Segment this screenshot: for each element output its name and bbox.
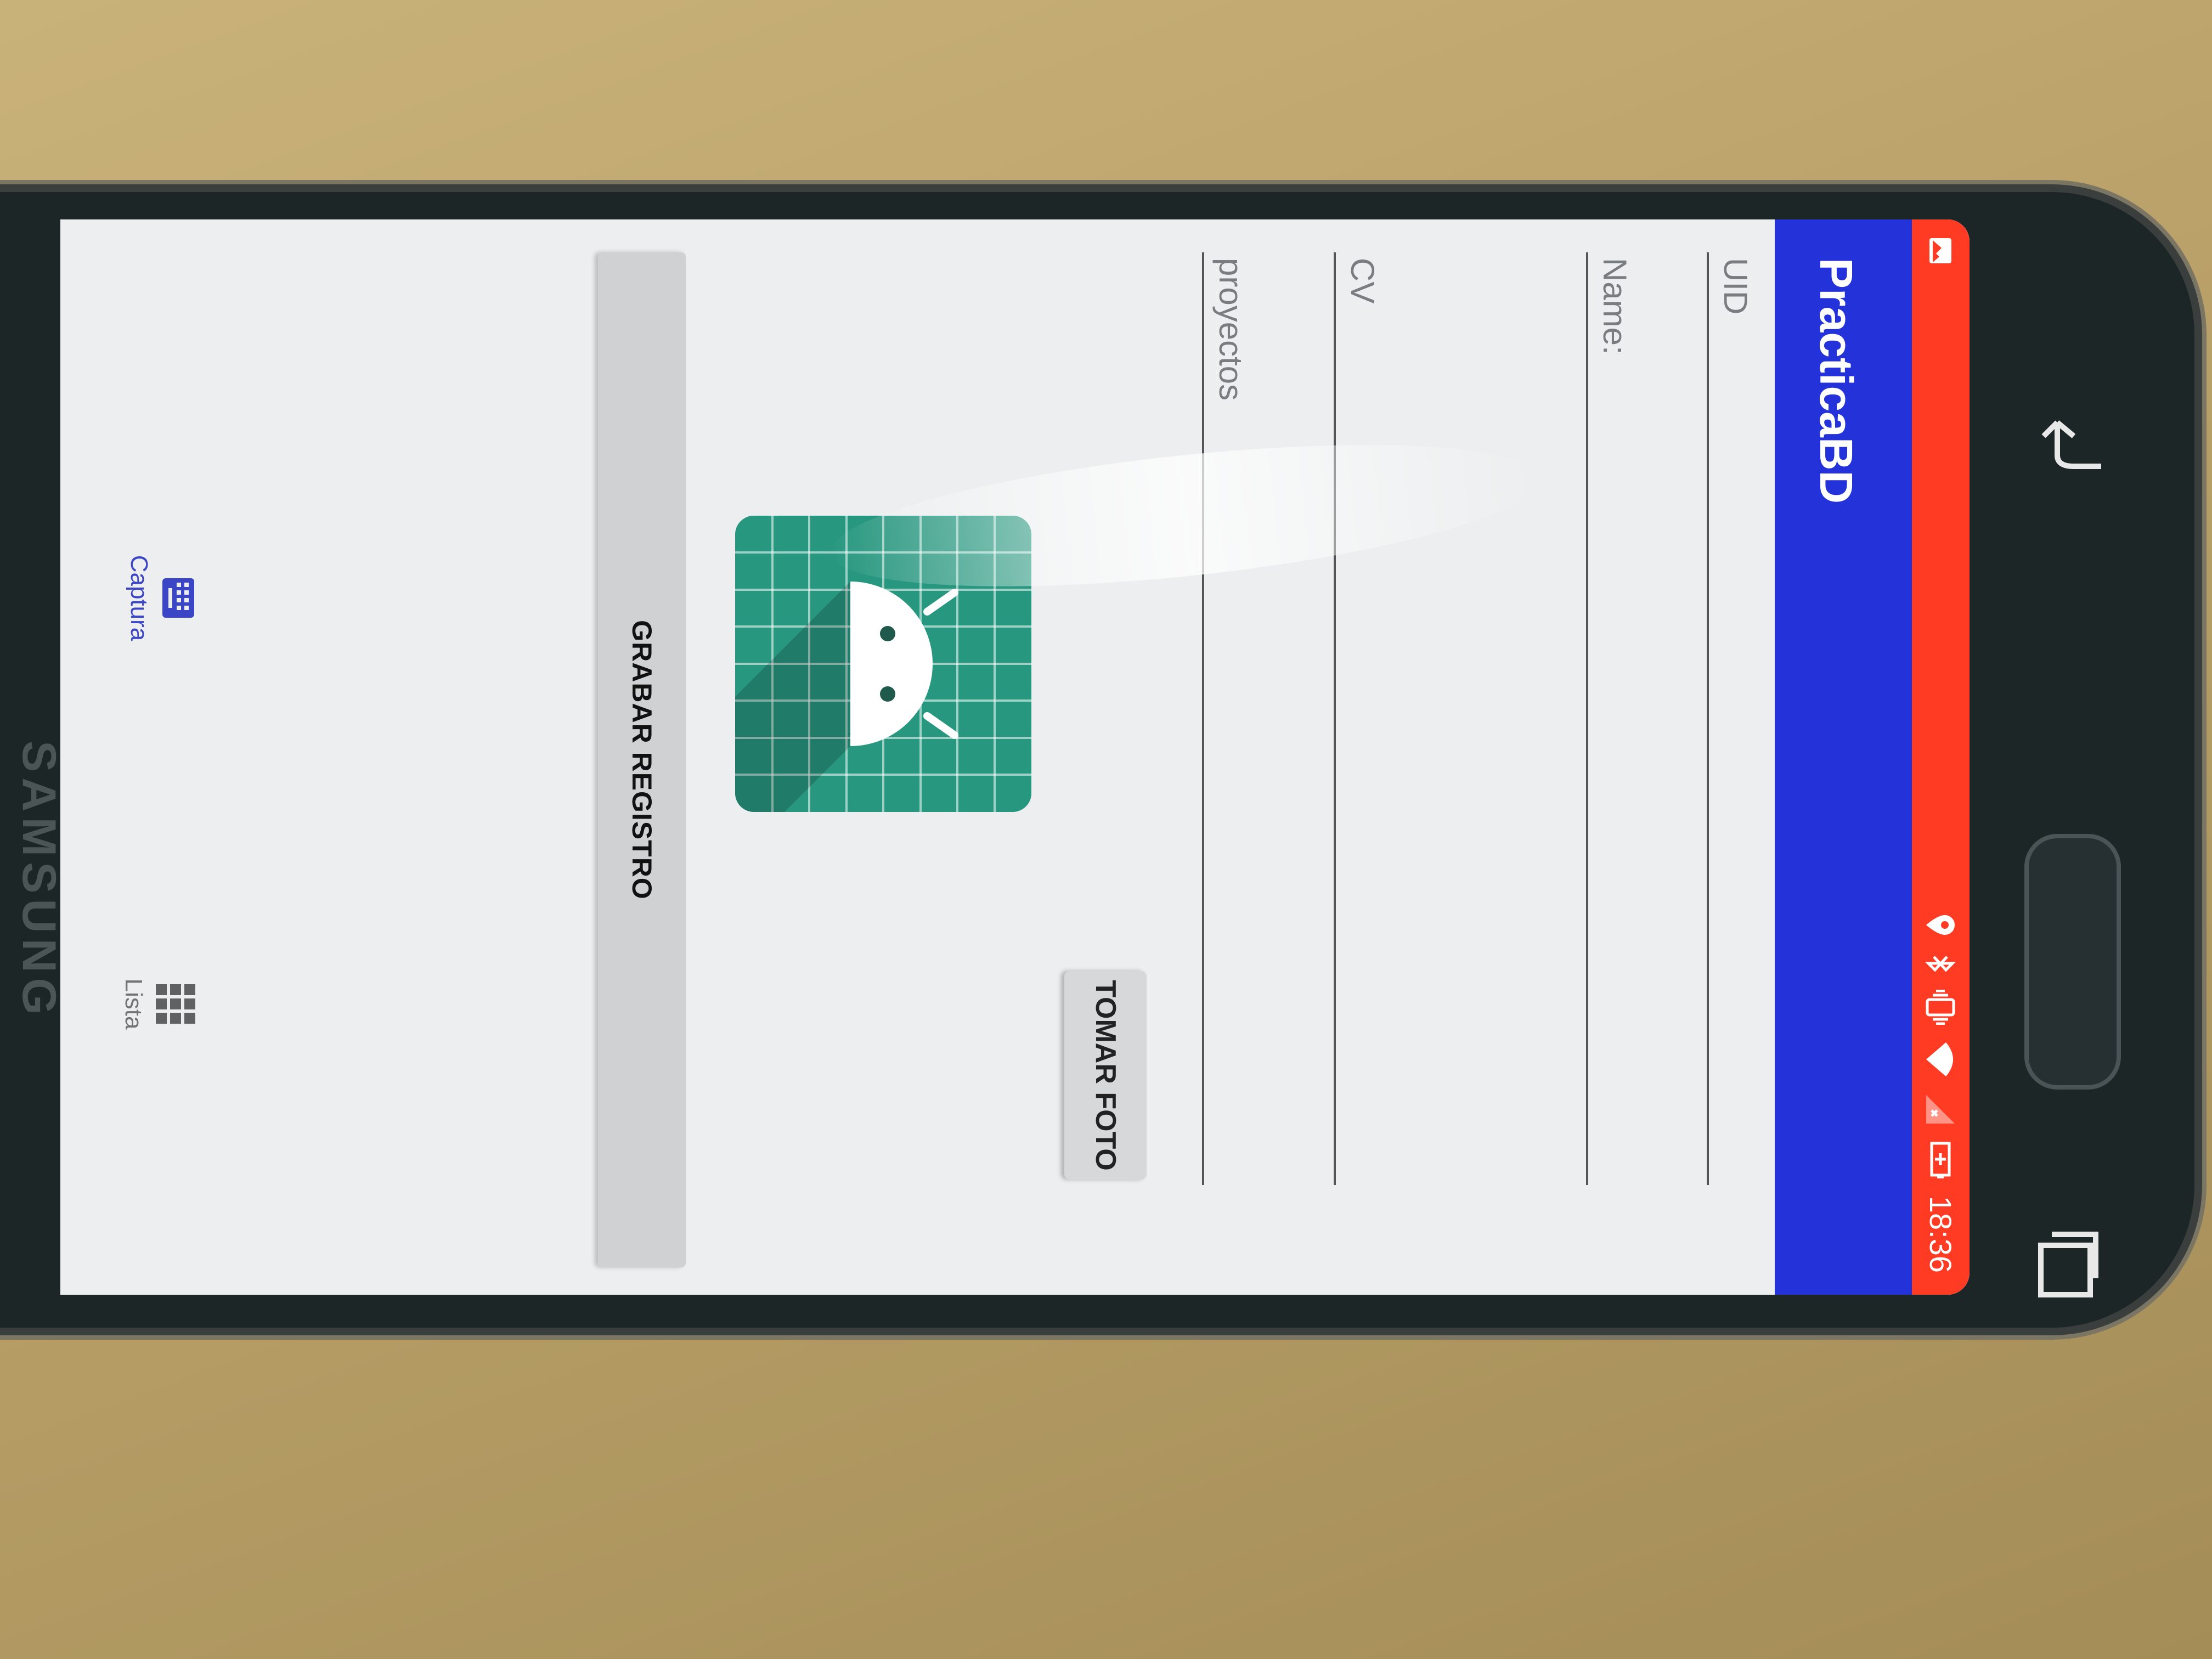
cv-hint: CV: [1344, 258, 1381, 304]
uid-hint: UID: [1717, 258, 1754, 315]
nav-label-lista: Lista: [120, 978, 147, 1030]
android-robot-icon: [735, 516, 1031, 812]
gallery-notification-icon: [1929, 238, 1951, 263]
wifi-icon: [1926, 1042, 1954, 1076]
app-title: PracticaBD: [1810, 258, 1862, 504]
home-button[interactable]: [2024, 834, 2121, 1090]
status-bar: 18:36: [1912, 219, 1970, 1295]
phone-screen: 18:36 PracticaBD UID Name: CV proyectos …: [60, 219, 1970, 1295]
app-content: 18:36 PracticaBD UID Name: CV proyectos …: [60, 219, 1970, 1295]
tomar-foto-button[interactable]: TOMAR FOTO: [1064, 971, 1147, 1180]
name-hint: Name:: [1596, 258, 1633, 355]
back-icon[interactable]: [2041, 406, 2107, 472]
bottom-navigation: Captura Lista: [60, 219, 225, 1295]
nav-item-captura[interactable]: Captura: [77, 516, 198, 680]
nav-item-lista[interactable]: Lista: [77, 922, 198, 1086]
proyectos-field[interactable]: proyectos: [1202, 252, 1270, 1185]
vibrate-icon: [1926, 989, 1955, 1025]
proyectos-hint: proyectos: [1212, 258, 1249, 401]
location-icon: [1926, 915, 1955, 935]
grabar-registro-button[interactable]: GRABAR REGISTRO: [598, 252, 686, 1267]
status-time: 18:36: [1923, 1195, 1958, 1273]
signal-icon: [1926, 1094, 1955, 1124]
name-field[interactable]: Name:: [1586, 252, 1654, 1185]
nav-label-captura: Captura: [126, 555, 153, 641]
uid-field[interactable]: UID: [1707, 252, 1775, 1185]
photo-preview-image: [735, 516, 1031, 812]
cv-field[interactable]: CV: [1334, 252, 1402, 1185]
app-bar: PracticaBD: [1775, 219, 1912, 1295]
recent-apps-icon[interactable]: [2035, 1229, 2101, 1300]
keyboard-icon: [162, 578, 194, 618]
bluetooth-icon: [1925, 956, 1956, 972]
battery-icon: [1931, 1142, 1951, 1178]
grid-icon: [156, 984, 195, 1024]
